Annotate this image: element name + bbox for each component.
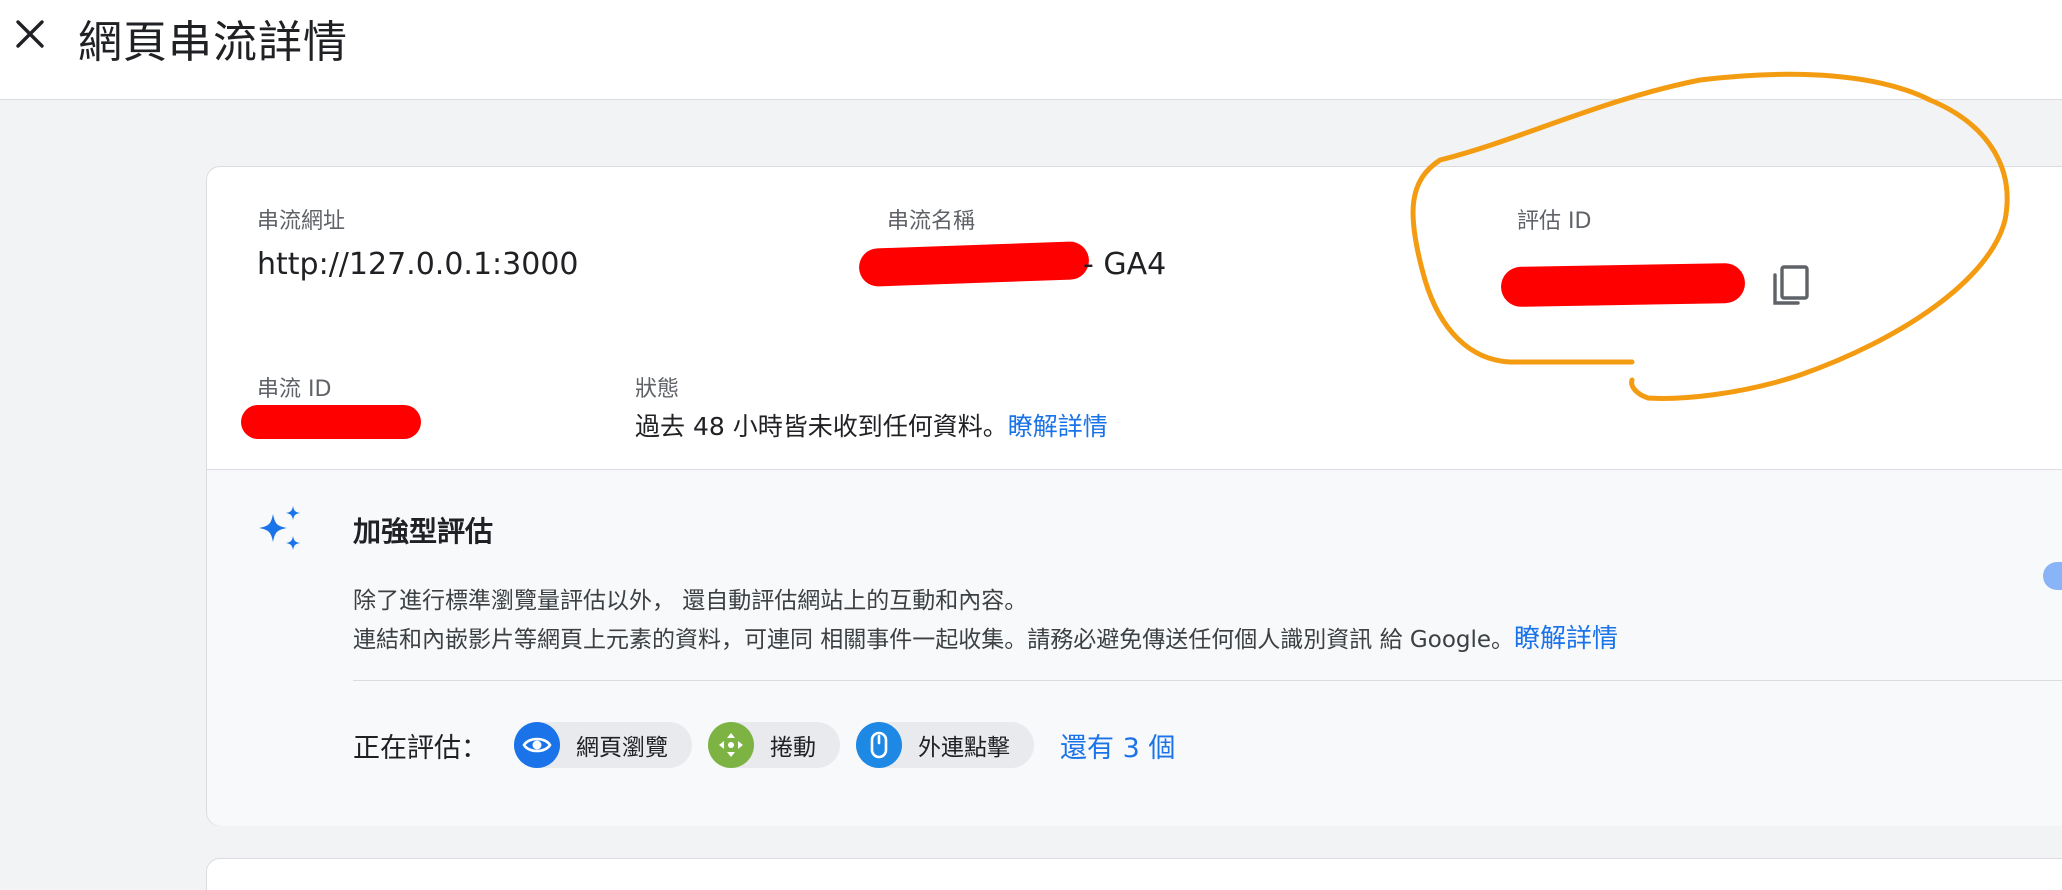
page-header: 網頁串流詳情 [0, 0, 2062, 100]
more-events-link[interactable]: 還有 3 個 [1060, 726, 1175, 765]
eye-icon [514, 722, 560, 768]
stream-name-suffix: - GA4 [1083, 247, 1167, 282]
measuring-row: 正在評估： 網頁瀏覽 捲動 外連點擊 還有 3 個 [353, 722, 1175, 768]
chip-outbound-clicks-label: 外連點擊 [918, 735, 1010, 761]
stream-name-redaction [858, 240, 1090, 288]
status-text: 過去 48 小時皆未收到任何資料。 [635, 412, 1008, 441]
status-text-row: 過去 48 小時皆未收到任何資料。瞭解詳情 [635, 407, 1108, 443]
chip-page-views-label: 網頁瀏覽 [576, 735, 668, 761]
status-label: 狀態 [635, 377, 680, 402]
chip-page-views[interactable]: 網頁瀏覽 [514, 722, 692, 768]
sparkle-icon [259, 506, 300, 550]
copy-icon [1773, 265, 1809, 305]
chip-outbound-clicks[interactable]: 外連點擊 [856, 722, 1034, 768]
measurement-id-label: 評估 ID [1517, 209, 1592, 234]
enhanced-desc-line-2-text: 連結和內嵌影片等網頁上元素的資料，可連同 相關事件一起收集。請務必避免傳送任何個… [353, 627, 1515, 653]
page-title: 網頁串流詳情 [78, 17, 348, 68]
stream-id-redaction [241, 405, 421, 439]
stream-url-value: http://127.0.0.1:3000 [257, 247, 579, 282]
enhanced-divider [353, 680, 2062, 681]
enhanced-measurement-description: 除了進行標準瀏覽量評估以外， 還自動評估網站上的互動和內容。 連結和內嵌影片等網… [353, 582, 1618, 659]
status-learn-more-link[interactable]: 瞭解詳情 [1008, 412, 1108, 441]
next-card [206, 858, 2062, 890]
measurement-id-redaction [1500, 262, 1746, 308]
enhanced-desc-line-2: 連結和內嵌影片等網頁上元素的資料，可連同 相關事件一起收集。請務必避免傳送任何個… [353, 620, 1618, 659]
scroll-arrows-icon [708, 722, 754, 768]
mouse-icon [856, 722, 902, 768]
enhanced-measurement-section: 加強型評估 除了進行標準瀏覽量評估以外， 還自動評估網站上的互動和內容。 連結和… [207, 470, 2062, 826]
stream-name-label: 串流名稱 [887, 209, 976, 234]
stream-details-card: 串流網址 http://127.0.0.1:3000 串流名稱 - GA4 評估… [206, 166, 2062, 826]
stream-id-label: 串流 ID [257, 377, 332, 402]
chip-scrolls[interactable]: 捲動 [708, 722, 840, 768]
copy-measurement-id-button[interactable] [1769, 261, 1813, 311]
stream-url-label: 串流網址 [257, 209, 346, 234]
close-icon [16, 20, 44, 48]
close-button[interactable] [12, 16, 48, 52]
enhanced-learn-more-link[interactable]: 瞭解詳情 [1514, 624, 1618, 654]
enhanced-measurement-toggle[interactable] [2043, 562, 2062, 590]
enhanced-measurement-title: 加強型評估 [353, 515, 494, 548]
enhanced-desc-line-1: 除了進行標準瀏覽量評估以外， 還自動評估網站上的互動和內容。 [353, 588, 1028, 614]
chip-scrolls-label: 捲動 [770, 735, 816, 761]
measuring-label: 正在評估： [353, 732, 488, 764]
